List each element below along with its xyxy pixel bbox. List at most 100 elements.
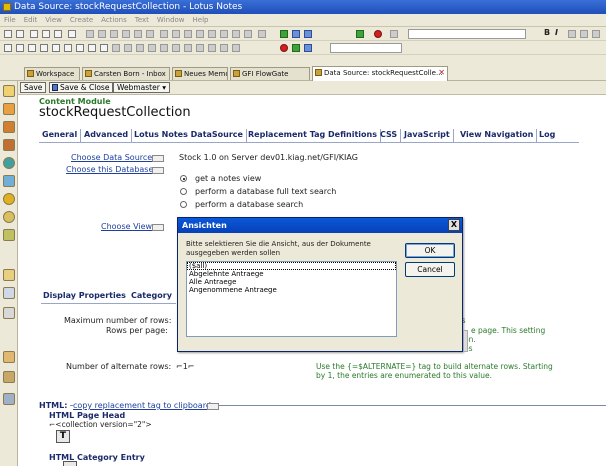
save-button[interactable]: Save [20, 82, 47, 93]
collapse-icon[interactable] [88, 44, 96, 52]
tab-gfi-flowgate[interactable]: GFI FlowGate [230, 67, 310, 80]
field-icon[interactable] [244, 30, 252, 38]
attachment-icon[interactable] [208, 30, 216, 38]
choose-this-database-link[interactable]: Choose this Database [66, 165, 153, 174]
image-icon[interactable] [196, 30, 204, 38]
radio-notes-view[interactable] [180, 175, 187, 182]
next-icon[interactable] [136, 44, 144, 52]
text-format-button[interactable]: T [56, 430, 70, 443]
hotspot-icon[interactable] [160, 30, 168, 38]
catalog-bookmark-icon[interactable] [3, 371, 15, 383]
archive-bookmark-icon[interactable] [3, 351, 15, 363]
align-icon[interactable] [134, 30, 142, 38]
search-icon[interactable] [304, 44, 312, 52]
databases-bookmark-icon[interactable] [3, 175, 15, 187]
highlight-icon[interactable] [568, 30, 576, 38]
mail-bookmark-icon[interactable] [3, 85, 15, 97]
back-arrow-icon[interactable] [220, 44, 228, 52]
forward-icon[interactable] [28, 44, 36, 52]
menu-text[interactable]: Text [131, 14, 153, 27]
close-icon[interactable]: X [448, 219, 460, 231]
choose-view-link[interactable]: Choose View [101, 222, 152, 231]
menu-edit[interactable]: Edit [20, 14, 42, 27]
tab-replacement-tags[interactable]: Replacement Tag Definitions [245, 129, 381, 142]
alternate-rows-field[interactable]: ⌐1⌐ [176, 362, 195, 371]
calendar-bookmark-icon[interactable] [3, 103, 15, 115]
forward-arrow-icon[interactable] [232, 44, 240, 52]
history-bookmark-icon[interactable] [3, 229, 15, 241]
web-bookmark-icon[interactable] [3, 211, 15, 223]
nav-down-icon[interactable] [76, 44, 84, 52]
find-icon[interactable] [292, 30, 300, 38]
previous-icon[interactable] [148, 44, 156, 52]
collection-tag-field[interactable]: ⌐<collection version="2"> [49, 420, 152, 429]
menu-actions[interactable]: Actions [97, 14, 131, 27]
reply-icon[interactable] [16, 44, 24, 52]
link-icon[interactable] [184, 30, 192, 38]
tab-javascript[interactable]: JavaScript [401, 129, 454, 142]
choose-database-button[interactable] [152, 167, 164, 174]
mark-unread-icon[interactable] [196, 44, 204, 52]
font-name-select[interactable] [408, 29, 526, 39]
choose-data-source-link[interactable]: Choose Data Source [71, 153, 152, 162]
expand-icon[interactable] [100, 44, 108, 52]
tab-display-properties[interactable]: Display Properties [43, 291, 126, 300]
menu-create[interactable]: Create [66, 14, 97, 27]
print-icon[interactable] [16, 30, 24, 38]
menu-view[interactable]: View [41, 14, 66, 27]
refresh-icon[interactable] [356, 30, 364, 38]
list-item[interactable]: ($all) [187, 262, 396, 270]
tab-data-source[interactable]: Data Source: stockRequestColle... ✕ [312, 66, 448, 81]
italic-button[interactable]: I [555, 28, 558, 37]
copy-replacement-tag-link[interactable]: copy replacement tag to clipboard [73, 401, 213, 410]
contacts-bookmark-icon[interactable] [3, 121, 15, 133]
checkmark-icon[interactable] [280, 30, 288, 38]
computed-text-icon[interactable] [232, 30, 240, 38]
edit-icon[interactable] [124, 44, 132, 52]
menu-window[interactable]: Window [153, 14, 189, 27]
tab-new-memo[interactable]: Neues Memo [172, 67, 228, 80]
tab-general[interactable]: General [39, 129, 82, 142]
tab-view-navigation[interactable]: View Navigation [457, 129, 538, 142]
replicator-bookmark-icon[interactable] [3, 157, 15, 169]
undo-icon[interactable] [68, 30, 76, 38]
bold-button[interactable]: B [544, 28, 550, 37]
replace-icon[interactable] [304, 30, 312, 38]
cut-icon[interactable] [30, 30, 38, 38]
check-spelling-icon[interactable] [258, 30, 266, 38]
address-field[interactable] [330, 43, 402, 53]
choose-data-source-button[interactable] [152, 155, 164, 162]
next-unread-icon[interactable] [160, 44, 168, 52]
tab-inbox[interactable]: Carsten Born - Inbox [82, 67, 170, 80]
paste-icon[interactable] [54, 30, 62, 38]
permanent-pen-icon[interactable] [592, 30, 600, 38]
show-unread-icon[interactable] [208, 44, 216, 52]
list-item[interactable]: Abgelehnte Antraege [187, 270, 396, 278]
category-text-button[interactable] [63, 461, 77, 466]
previous-unread-icon[interactable] [172, 44, 180, 52]
copy-tag-button[interactable] [207, 403, 219, 410]
tab-workspace[interactable]: Workspace [24, 67, 80, 80]
nav-up-icon[interactable] [64, 44, 72, 52]
save-icon[interactable] [4, 30, 12, 38]
new-memo-icon[interactable] [4, 44, 12, 52]
indent-icon[interactable] [86, 30, 94, 38]
text-color-icon[interactable] [580, 30, 588, 38]
move-to-folder-icon[interactable] [40, 44, 48, 52]
tab-advanced[interactable]: Advanced [81, 129, 133, 142]
properties-icon[interactable] [390, 30, 398, 38]
view-list[interactable]: ($all) Abgelehnte Antraege Alle Antraege… [186, 261, 397, 337]
tools-bookmark-icon[interactable] [3, 393, 15, 405]
cancel-button[interactable]: Cancel [405, 262, 455, 277]
folder-bookmark-icon[interactable] [3, 269, 15, 281]
tab-css[interactable]: CSS [377, 129, 402, 142]
list-item[interactable]: Alle Antraege [187, 278, 396, 286]
field-scrollbar[interactable] [463, 330, 468, 352]
open-icon[interactable] [112, 44, 120, 52]
section-icon[interactable] [172, 30, 180, 38]
tab-log[interactable]: Log [536, 129, 558, 142]
save-close-button[interactable]: Save & Close [49, 82, 114, 93]
delete-icon[interactable] [52, 44, 60, 52]
webmaster-button[interactable]: Webmaster ▾ [113, 82, 170, 93]
menu-help[interactable]: Help [189, 14, 213, 27]
